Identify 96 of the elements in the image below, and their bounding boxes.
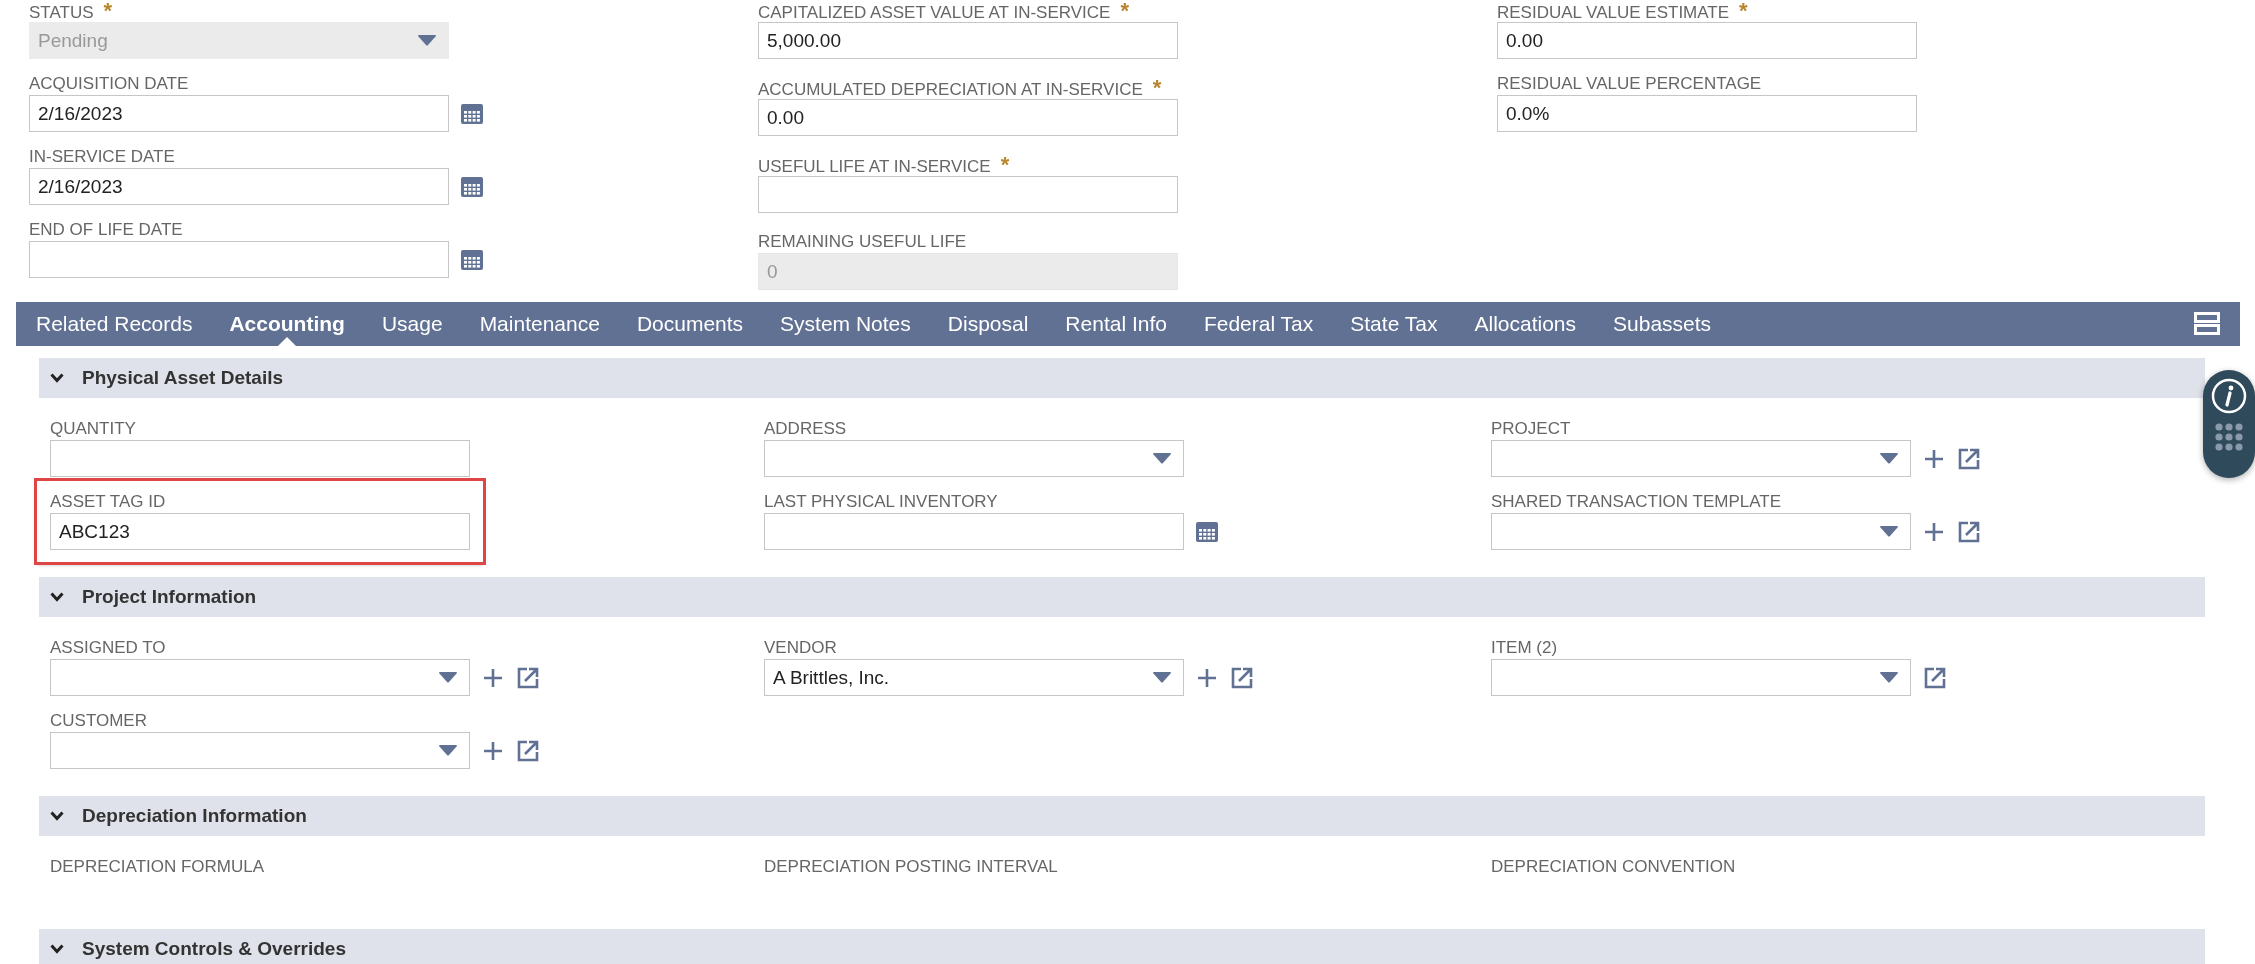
- dropdown-field[interactable]: A Brittles, Inc.: [764, 659, 1184, 696]
- required-mark: *: [1739, 0, 1748, 22]
- field-label: ASSET TAG ID: [50, 491, 166, 513]
- input-field[interactable]: [50, 440, 470, 477]
- open-in-new-icon[interactable]: [516, 665, 540, 690]
- field-label: ITEM (2): [1491, 637, 1558, 659]
- section-title: Project Information: [82, 586, 257, 608]
- dropdown-field[interactable]: [764, 440, 1184, 477]
- tab[interactable]: Maintenance: [479, 302, 600, 346]
- input-field[interactable]: ABC123: [50, 513, 470, 550]
- dropdown-caret-icon[interactable]: [439, 672, 457, 683]
- dropdown-caret-icon[interactable]: [1880, 453, 1898, 464]
- add-icon[interactable]: [1923, 520, 1945, 543]
- section-header[interactable]: Physical Asset Details: [39, 358, 2205, 398]
- field-label: ACQUISITION DATE: [29, 73, 189, 95]
- field-label: ASSIGNED TO: [50, 637, 166, 659]
- tab[interactable]: Subassets: [1613, 302, 1712, 346]
- field-label: DEPRECIATION FORMULA: [50, 856, 265, 878]
- tab[interactable]: System Notes: [780, 302, 911, 346]
- dropdown-caret-icon[interactable]: [1153, 453, 1171, 464]
- tab[interactable]: Accounting: [229, 302, 345, 346]
- input-field[interactable]: 0.0%: [1497, 95, 1917, 132]
- dropdown-caret-icon[interactable]: [1880, 526, 1898, 537]
- date-field[interactable]: 2/16/2023: [29, 95, 449, 132]
- field-label: END OF LIFE DATE: [29, 219, 183, 241]
- calendar-icon[interactable]: [1196, 521, 1218, 542]
- input-field[interactable]: [758, 176, 1178, 213]
- open-in-new-icon[interactable]: [1957, 519, 1981, 544]
- field-label: USEFUL LIFE AT IN-SERVICE: [758, 156, 991, 178]
- input-field[interactable]: 5,000.00: [758, 22, 1178, 59]
- section-title: Depreciation Information: [82, 805, 307, 827]
- grid-dots-icon[interactable]: [2214, 422, 2244, 452]
- input-field[interactable]: 0.00: [758, 99, 1178, 136]
- field-label: IN-SERVICE DATE: [29, 146, 175, 168]
- chevron-icon[interactable]: [50, 373, 64, 383]
- dropdown-caret-icon[interactable]: [1880, 672, 1898, 683]
- open-in-new-icon[interactable]: [516, 738, 540, 763]
- field-label: CAPITALIZED ASSET VALUE AT IN-SERVICE: [758, 2, 1111, 24]
- field-label: RESIDUAL VALUE ESTIMATE: [1497, 2, 1730, 24]
- tab[interactable]: Documents: [636, 302, 744, 346]
- required-mark: *: [103, 0, 113, 22]
- field-label: LAST PHYSICAL INVENTORY: [764, 491, 998, 513]
- field-label: CUSTOMER: [50, 710, 147, 732]
- open-in-new-icon[interactable]: [1957, 446, 1981, 471]
- add-icon[interactable]: [1196, 666, 1218, 689]
- dropdown-field[interactable]: [50, 732, 470, 769]
- field-label: DEPRECIATION POSTING INTERVAL: [764, 856, 1058, 878]
- calendar-icon[interactable]: [461, 176, 483, 197]
- calendar-icon[interactable]: [461, 103, 483, 124]
- tab[interactable]: Usage: [381, 302, 443, 346]
- section-header[interactable]: Depreciation Information: [39, 796, 2205, 836]
- dropdown-field[interactable]: [1491, 659, 1911, 696]
- input-field[interactable]: 0.00: [1497, 22, 1917, 59]
- dropdown-field[interactable]: [1491, 440, 1911, 477]
- open-in-new-icon[interactable]: [1230, 665, 1254, 690]
- side-widget[interactable]: [2203, 370, 2255, 478]
- tab[interactable]: Rental Info: [1065, 302, 1167, 346]
- tab[interactable]: Related Records: [36, 302, 193, 346]
- chevron-icon[interactable]: [50, 592, 64, 602]
- date-field[interactable]: 2/16/2023: [29, 168, 449, 205]
- add-icon[interactable]: [482, 666, 504, 689]
- chevron-icon[interactable]: [50, 944, 64, 954]
- field-label: ADDRESS: [764, 418, 847, 440]
- date-field[interactable]: [764, 513, 1184, 550]
- field-label: RESIDUAL VALUE PERCENTAGE: [1497, 73, 1762, 95]
- tab[interactable]: Allocations: [1474, 302, 1576, 346]
- tab[interactable]: Federal Tax: [1203, 302, 1314, 346]
- menu-icon[interactable]: [2194, 312, 2220, 336]
- field-label: DEPRECIATION CONVENTION: [1491, 856, 1736, 878]
- add-icon[interactable]: [1923, 447, 1945, 470]
- tab[interactable]: State Tax: [1350, 302, 1438, 346]
- field-label: SHARED TRANSACTION TEMPLATE: [1491, 491, 1781, 513]
- field-label: ACCUMULATED DEPRECIATION AT IN-SERVICE: [758, 79, 1143, 101]
- section-title: Physical Asset Details: [82, 367, 283, 389]
- info-icon[interactable]: [2211, 378, 2247, 414]
- field-label: STATUS: [29, 2, 94, 24]
- section-header[interactable]: System Controls & Overrides: [39, 929, 2205, 964]
- dropdown-field[interactable]: [50, 659, 470, 696]
- field-label: VENDOR: [764, 637, 837, 659]
- required-mark: *: [1120, 0, 1129, 22]
- field-label: REMAINING USEFUL LIFE: [758, 231, 967, 253]
- required-mark: *: [1152, 77, 1162, 99]
- required-mark: *: [1000, 154, 1010, 176]
- field-label: QUANTITY: [50, 418, 136, 440]
- tab[interactable]: Disposal: [947, 302, 1029, 346]
- open-in-new-icon[interactable]: [1923, 665, 1947, 690]
- section-title: System Controls & Overrides: [82, 938, 346, 960]
- add-icon[interactable]: [482, 739, 504, 762]
- dropdown-caret-icon[interactable]: [1153, 672, 1171, 683]
- chevron-icon[interactable]: [50, 811, 64, 821]
- field-label: PROJECT: [1491, 418, 1571, 440]
- calendar-icon[interactable]: [461, 249, 483, 270]
- dropdown-field[interactable]: [1491, 513, 1911, 550]
- section-header[interactable]: Project Information: [39, 577, 2205, 617]
- date-field[interactable]: [29, 241, 449, 278]
- dropdown-caret-icon[interactable]: [439, 745, 457, 756]
